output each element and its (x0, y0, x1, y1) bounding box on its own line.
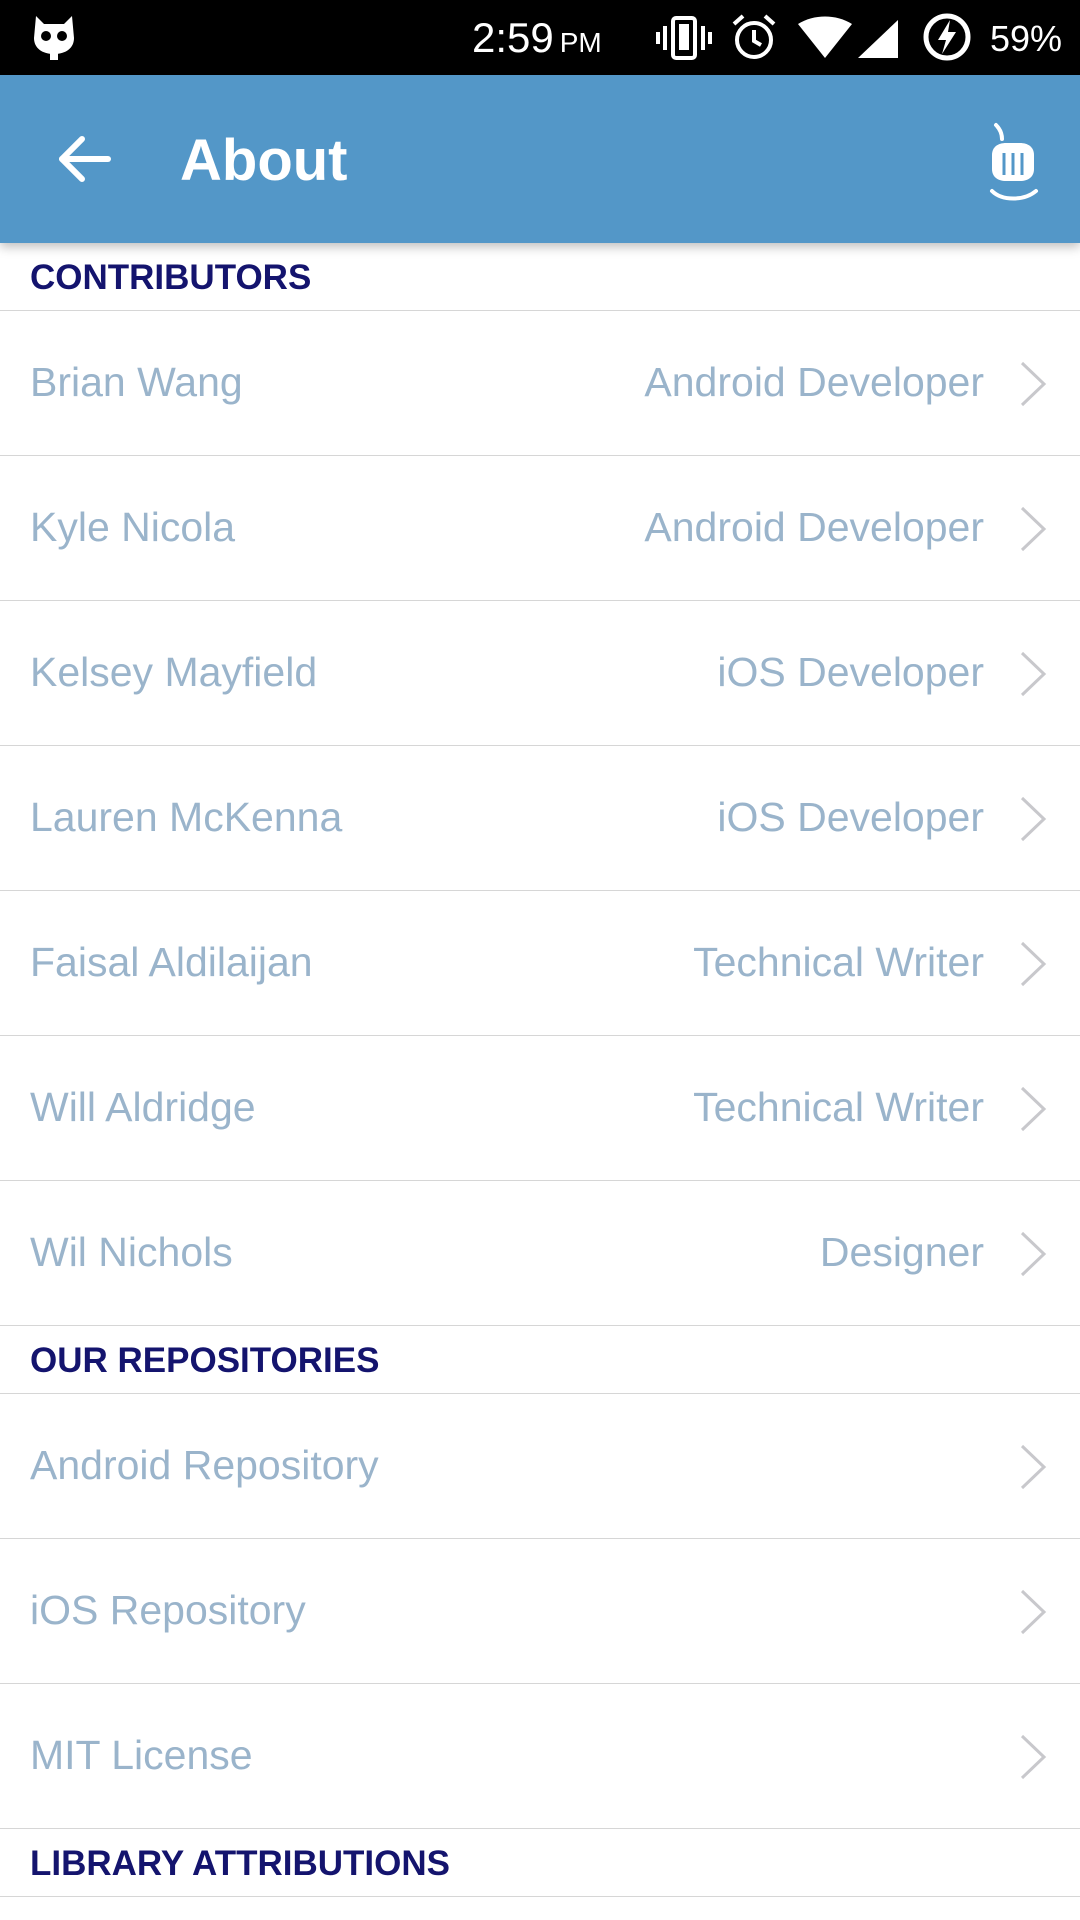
battery-percent: 59% (990, 18, 1063, 59)
section-title: OUR REPOSITORIES (30, 1341, 380, 1380)
contributor-row[interactable]: Wil Nichols Designer (0, 1181, 1080, 1326)
contributor-name: Will Aldridge (30, 1084, 256, 1130)
contributor-role: Designer (819, 1229, 984, 1275)
about-list: CONTRIBUTORS Brian Wang Android Develope… (0, 243, 1080, 1897)
contributor-name: Wil Nichols (30, 1229, 233, 1275)
status-time: 2:59 PM (472, 14, 602, 62)
repository-row[interactable]: MIT License (0, 1684, 1080, 1829)
chevron-right-icon (1020, 1444, 1047, 1490)
arrow-back-icon (59, 136, 111, 182)
repository-name: Android Repository (30, 1442, 379, 1488)
repository-name: iOS Repository (30, 1587, 306, 1633)
contributor-row[interactable]: Brian Wang Android Developer (0, 311, 1080, 456)
hand-tap-icon (990, 123, 1038, 201)
repository-row[interactable]: iOS Repository (0, 1539, 1080, 1684)
chevron-right-icon (1020, 1734, 1047, 1780)
contributor-role: Technical Writer (693, 939, 984, 985)
chevron-right-icon (1020, 1231, 1047, 1277)
contributor-row[interactable]: Lauren McKenna iOS Developer (0, 746, 1080, 891)
contributor-name: Brian Wang (30, 359, 243, 405)
chevron-right-icon (1020, 361, 1047, 407)
contributor-row[interactable]: Kyle Nicola Android Developer (0, 456, 1080, 601)
notification-cat-icon (34, 16, 74, 60)
contributor-role: Technical Writer (693, 1084, 984, 1130)
contributor-row[interactable]: Faisal Aldilaijan Technical Writer (0, 891, 1080, 1036)
chevron-right-icon (1020, 651, 1047, 697)
contributor-role: Android Developer (644, 359, 984, 405)
wifi-icon (798, 16, 852, 58)
contributor-name: Kelsey Mayfield (30, 649, 318, 695)
contributor-role: iOS Developer (717, 649, 984, 695)
section-title: CONTRIBUTORS (30, 258, 312, 297)
time-text: 2:59 (472, 14, 554, 61)
repository-name: MIT License (30, 1732, 253, 1778)
chevron-right-icon (1020, 796, 1047, 842)
back-button[interactable] (44, 119, 124, 199)
status-bar: 2:59 PM 59% (0, 0, 1080, 75)
contributor-name: Faisal Aldilaijan (30, 939, 313, 985)
alarm-icon (732, 14, 776, 59)
contributor-row[interactable]: Kelsey Mayfield iOS Developer (0, 601, 1080, 746)
app-bar: About (0, 75, 1080, 243)
section-header-repositories: OUR REPOSITORIES (0, 1326, 1080, 1394)
ampm-text: PM (559, 27, 602, 58)
contributor-row[interactable]: Will Aldridge Technical Writer (0, 1036, 1080, 1181)
chevron-right-icon (1020, 941, 1047, 987)
page-title: About (180, 128, 348, 193)
chevron-right-icon (1020, 506, 1047, 552)
contributor-name: Lauren McKenna (30, 794, 343, 840)
chevron-right-icon (1020, 1589, 1047, 1635)
chevron-right-icon (1020, 1086, 1047, 1132)
repository-row[interactable]: Android Repository (0, 1394, 1080, 1539)
contributor-role: Android Developer (644, 504, 984, 550)
battery-charging-icon (923, 13, 971, 61)
section-header-attributions: LIBRARY ATTRIBUTIONS (0, 1829, 1080, 1897)
section-title: LIBRARY ATTRIBUTIONS (30, 1844, 450, 1883)
contributor-role: iOS Developer (717, 794, 984, 840)
vibrate-icon (656, 16, 712, 60)
hand-tap-button[interactable] (974, 119, 1054, 209)
contributor-name: Kyle Nicola (30, 504, 236, 550)
section-header-contributors: CONTRIBUTORS (0, 243, 1080, 311)
cell-signal-icon (858, 20, 898, 58)
